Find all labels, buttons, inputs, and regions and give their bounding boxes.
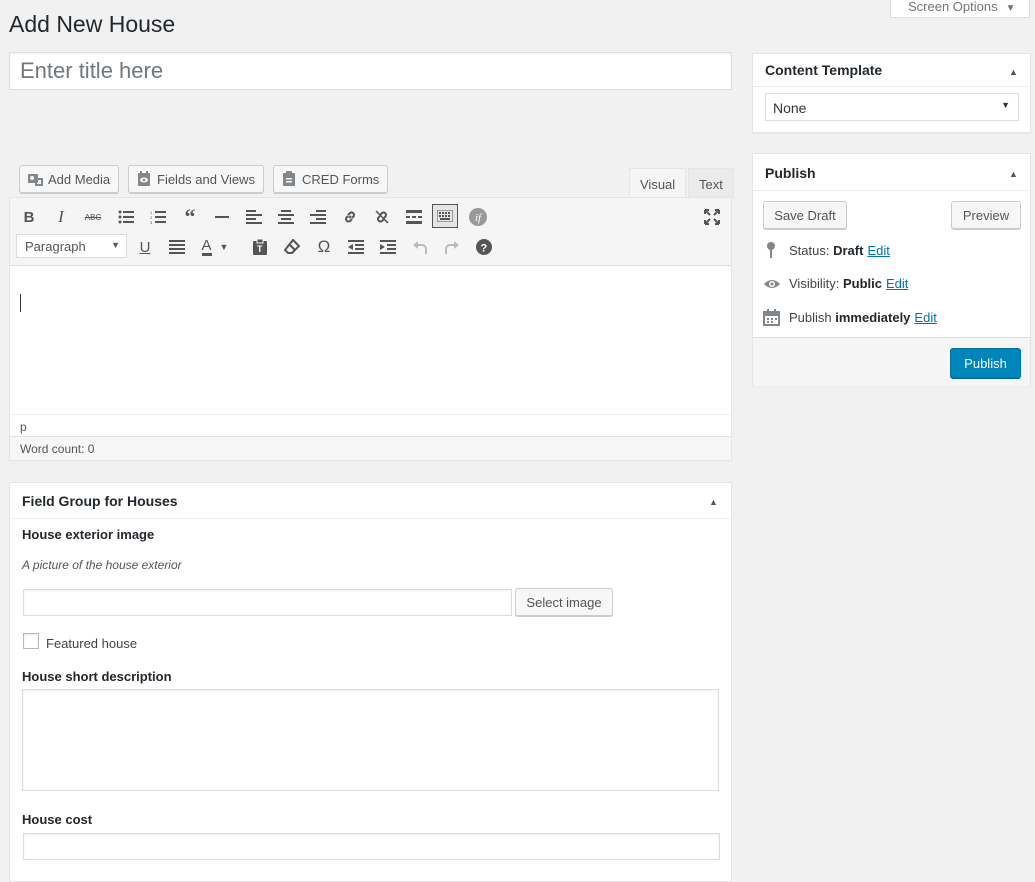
page-title: Add New House xyxy=(9,11,176,37)
fullscreen-icon[interactable] xyxy=(700,205,724,229)
editor-content-area[interactable] xyxy=(10,266,731,414)
edit-visibility-link[interactable]: Edit xyxy=(886,276,908,291)
screen-options-label: Screen Options xyxy=(908,0,998,14)
status-label: Status: xyxy=(789,242,830,258)
strikethrough-icon[interactable]: ABC xyxy=(81,205,105,229)
undo-icon[interactable] xyxy=(408,235,432,259)
featured-house-checkbox[interactable] xyxy=(23,633,39,649)
divider xyxy=(753,86,1030,87)
exterior-image-description: A picture of the house exterior xyxy=(22,558,182,572)
media-icon xyxy=(28,174,43,186)
eye-icon xyxy=(764,279,780,288)
align-center-icon[interactable] xyxy=(274,205,298,229)
unlink-icon[interactable] xyxy=(370,205,394,229)
status-value: Draft xyxy=(833,242,864,258)
content-editor: B I ABC 123 “ if Paragraph ▼ U A ▼ T Ω ?… xyxy=(9,197,732,461)
select-image-button[interactable]: Select image xyxy=(515,588,613,616)
fields-views-icon xyxy=(138,171,150,186)
fields-and-views-button[interactable]: Fields and Views xyxy=(128,165,265,193)
paste-text-icon[interactable]: T xyxy=(248,235,272,259)
publish-box: Publish ▲ Save Draft Preview Status: Dra… xyxy=(752,153,1031,386)
screen-options-button[interactable]: Screen Options ▼ xyxy=(890,0,1030,18)
toolbar-toggle-icon[interactable] xyxy=(432,204,458,228)
svg-text:3: 3 xyxy=(150,220,153,224)
editor-toolbar: B I ABC 123 “ if Paragraph ▼ U A ▼ T Ω ? xyxy=(10,198,731,266)
link-icon[interactable] xyxy=(338,205,362,229)
publish-actions: Publish xyxy=(753,337,1030,386)
caret-down-icon: ▼ xyxy=(1001,100,1010,110)
tab-text[interactable]: Text xyxy=(688,168,734,198)
format-select-value: Paragraph xyxy=(25,239,86,254)
collapse-arrow-icon[interactable]: ▲ xyxy=(1009,67,1018,77)
justify-icon[interactable] xyxy=(165,235,189,259)
save-draft-button[interactable]: Save Draft xyxy=(763,201,847,229)
word-count: Word count: 0 xyxy=(10,436,731,460)
divider xyxy=(10,518,731,519)
short-description-textarea[interactable] xyxy=(22,689,719,791)
exterior-image-input[interactable] xyxy=(23,589,512,616)
cred-forms-button[interactable]: CRED Forms xyxy=(273,165,389,193)
redo-icon[interactable] xyxy=(440,235,464,259)
schedule-row: Publish immediately Edit xyxy=(763,309,937,326)
edit-status-link[interactable]: Edit xyxy=(867,243,889,258)
field-group-box: Field Group for Houses ▲ House exterior … xyxy=(9,482,732,882)
underline-icon[interactable]: U xyxy=(133,235,157,259)
house-cost-input[interactable] xyxy=(23,833,720,860)
visibility-label: Visibility: xyxy=(789,276,840,291)
italic-icon[interactable]: I xyxy=(49,205,73,229)
help-icon[interactable]: ? xyxy=(472,235,496,259)
fields-and-views-label: Fields and Views xyxy=(157,171,256,187)
divider xyxy=(753,190,1030,191)
element-path: p xyxy=(10,414,731,436)
bullet-list-icon[interactable] xyxy=(114,205,138,229)
visibility-value: Public xyxy=(842,276,882,291)
calendar-icon xyxy=(763,309,780,326)
pin-icon xyxy=(767,242,775,258)
align-left-icon[interactable] xyxy=(242,205,266,229)
clear-formatting-icon[interactable] xyxy=(280,235,304,259)
field-group-title: Field Group for Houses xyxy=(22,493,178,509)
views-shortcode-icon[interactable]: if xyxy=(466,205,490,229)
content-template-box: Content Template ▲ None ▼ xyxy=(752,53,1031,133)
featured-house-label: Featured house xyxy=(46,636,138,651)
schedule-label: Publish xyxy=(789,310,832,325)
collapse-arrow-icon[interactable]: ▲ xyxy=(1009,169,1018,179)
post-title-input[interactable] xyxy=(9,52,732,90)
add-media-button[interactable]: Add Media xyxy=(19,165,120,193)
svg-text:?: ? xyxy=(481,243,488,255)
numbered-list-icon[interactable]: 123 xyxy=(146,205,170,229)
publish-button[interactable]: Publish xyxy=(950,348,1021,378)
house-cost-label: House cost xyxy=(22,812,93,827)
bold-icon[interactable]: B xyxy=(17,205,41,229)
add-media-label: Add Media xyxy=(48,171,111,187)
indent-icon[interactable] xyxy=(376,235,400,259)
format-select[interactable]: Paragraph ▼ xyxy=(16,234,127,258)
edit-schedule-link[interactable]: Edit xyxy=(914,310,936,325)
content-template-title: Content Template xyxy=(765,62,883,78)
horizontal-line-icon[interactable] xyxy=(210,205,234,229)
caret-down-icon: ▼ xyxy=(1005,3,1016,14)
blockquote-icon[interactable]: “ xyxy=(178,204,202,229)
status-row: Status: Draft Edit xyxy=(765,242,890,258)
svg-text:T: T xyxy=(257,244,263,254)
content-template-select[interactable]: None ▼ xyxy=(765,93,1019,121)
outdent-icon[interactable] xyxy=(344,235,368,259)
read-more-icon[interactable] xyxy=(402,205,426,229)
collapse-arrow-icon[interactable]: ▲ xyxy=(709,497,718,507)
caret-down-icon: ▼ xyxy=(111,240,120,250)
align-right-icon[interactable] xyxy=(306,205,330,229)
text-color-icon[interactable]: A ▼ xyxy=(197,235,233,259)
tab-visual[interactable]: Visual xyxy=(629,168,687,198)
schedule-value: immediately xyxy=(835,310,911,325)
publish-title: Publish xyxy=(765,165,816,181)
preview-button[interactable]: Preview xyxy=(951,201,1021,229)
short-description-label: House short description xyxy=(22,669,172,684)
special-character-icon[interactable]: Ω xyxy=(312,235,336,259)
cred-forms-label: CRED Forms xyxy=(302,171,380,187)
content-template-selected: None xyxy=(773,100,807,116)
cred-forms-icon xyxy=(283,171,295,186)
visibility-row: Visibility: Public Edit xyxy=(763,276,908,291)
exterior-image-label: House exterior image xyxy=(22,527,155,542)
